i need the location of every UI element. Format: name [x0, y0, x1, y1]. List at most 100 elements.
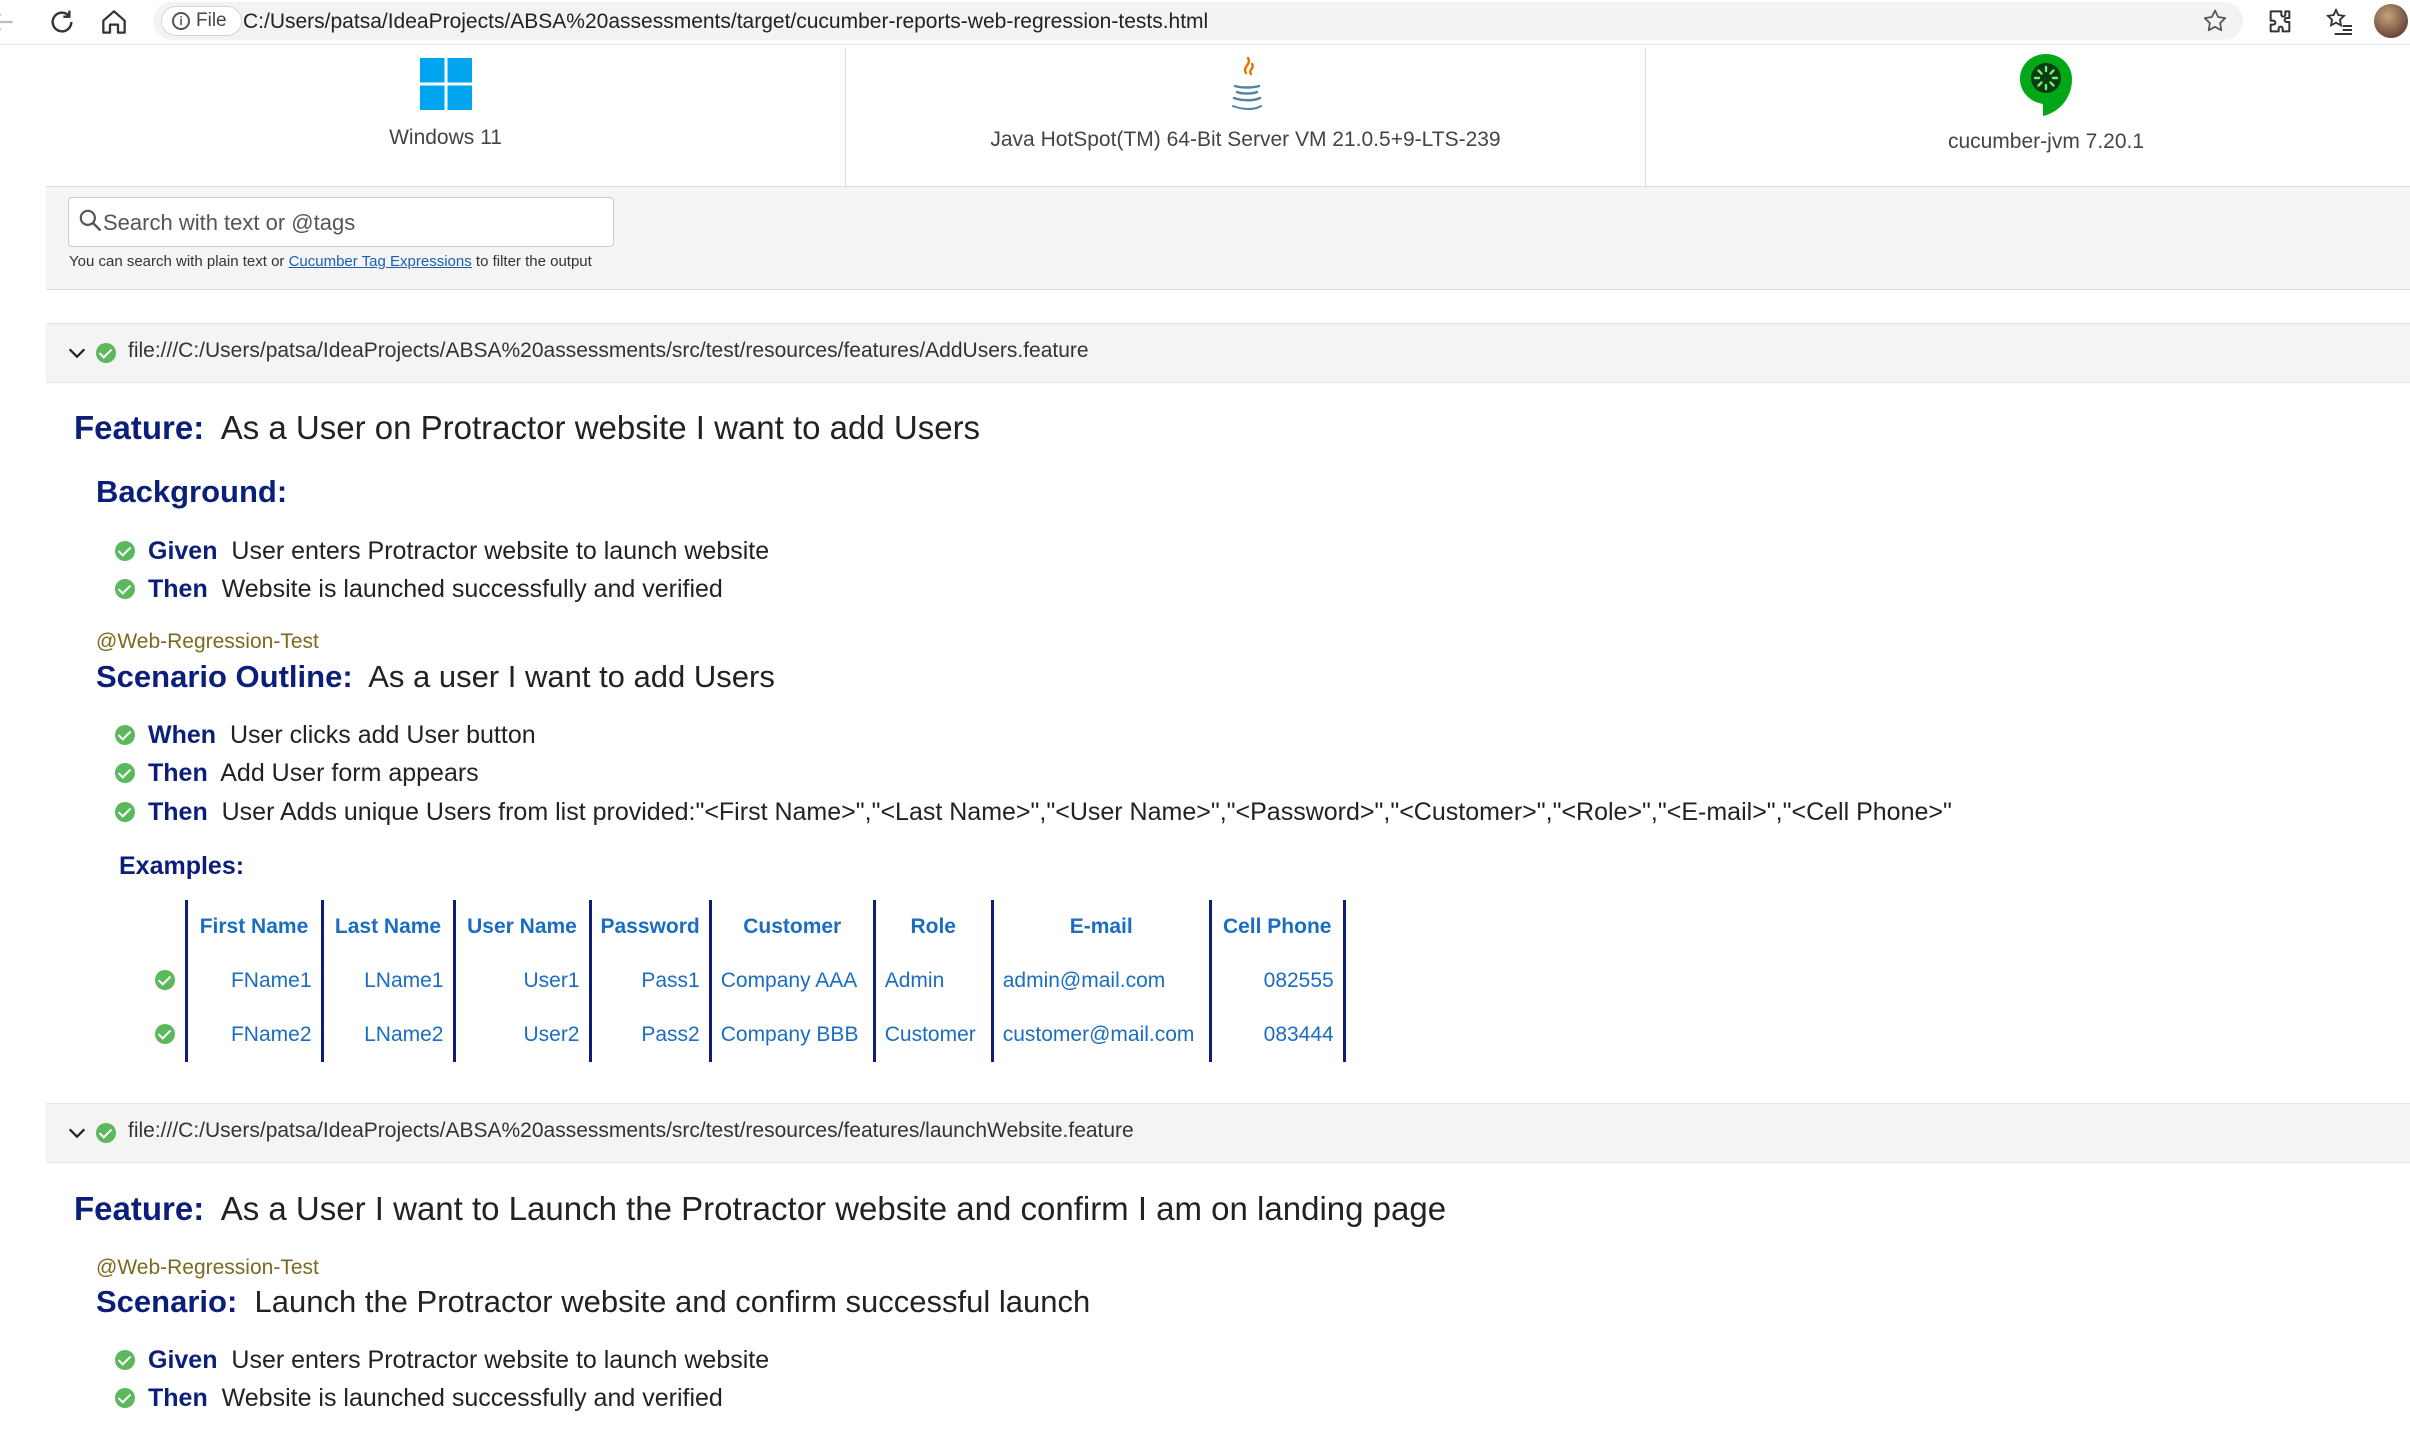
feature-file-path: file:///C:/Users/patsa/IdeaProjects/ABSA…: [128, 339, 1089, 362]
scenario-name: Launch the Protractor website and confir…: [254, 1284, 1091, 1319]
table-cell: Pass1: [590, 954, 712, 1008]
search-hint-suffix: to filter the output: [475, 253, 592, 270]
column-header: User Name: [454, 900, 592, 954]
scenario-keyword: Scenario Outline:: [96, 659, 353, 694]
url-text[interactable]: C:/Users/patsa/IdeaProjects/ABSA%20asses…: [243, 10, 1208, 34]
column-header: Customer: [710, 900, 876, 954]
reload-icon[interactable]: [46, 6, 78, 38]
search-icon: [77, 207, 103, 233]
check-circle-icon: [115, 763, 135, 783]
search-hint-prefix: You can search with plain text or: [69, 253, 285, 270]
feature-file-path: file:///C:/Users/patsa/IdeaProjects/ABSA…: [128, 1119, 1134, 1142]
feature-name: As a User on Protractor website I want t…: [220, 409, 981, 446]
scenario-name: As a user I want to add Users: [368, 659, 775, 694]
table-cell: Company BBB: [710, 1008, 876, 1062]
examples-table: First Name Last Name User Name Password …: [150, 900, 1346, 1062]
step-text: User enters Protractor website to launch…: [231, 1346, 770, 1374]
feature-keyword: Feature:: [74, 1190, 205, 1227]
table-cell: admin@mail.com: [992, 954, 1212, 1008]
feature-name: As a User I want to Launch the Protracto…: [220, 1190, 1447, 1227]
table-cell: LName2: [322, 1008, 456, 1062]
step-keyword: Given: [148, 537, 218, 565]
windows-logo-icon: [420, 58, 472, 110]
table-cell: customer@mail.com: [992, 1008, 1212, 1062]
tag-expressions-link[interactable]: Cucumber Tag Expressions: [289, 253, 472, 270]
step-text: Add User form appears: [220, 759, 479, 787]
scenario-keyword: Scenario:: [96, 1284, 238, 1319]
step-text: User enters Protractor website to launch…: [231, 537, 770, 565]
check-circle-icon: [96, 1123, 116, 1143]
column-header: Password: [590, 900, 712, 954]
os-label: Windows 11: [389, 126, 502, 149]
step-keyword: Given: [148, 1346, 218, 1374]
profile-avatar[interactable]: [2374, 4, 2408, 38]
env-runtime: Java HotSpot(TM) 64-Bit Server VM 21.0.5…: [846, 48, 1646, 186]
search-area: You can search with plain text or Cucumb…: [46, 187, 2410, 290]
check-circle-icon: [96, 343, 116, 363]
file-chip-label: File: [196, 10, 227, 31]
check-circle-icon: [115, 802, 135, 822]
favorite-star-icon[interactable]: [2201, 7, 2229, 35]
home-icon[interactable]: [98, 6, 130, 38]
table-cell: FName2: [184, 1008, 324, 1062]
column-header: Role: [874, 900, 994, 954]
feature-title: Feature: As a User I want to Launch the …: [74, 1190, 1446, 1228]
step-keyword: Then: [148, 1384, 208, 1412]
table-row: FName1 LName1 User1 Pass1 Company AAA Ad…: [150, 954, 1346, 1008]
scenario-title: Scenario: Launch the Protractor website …: [96, 1284, 1090, 1320]
table-cell: Admin: [874, 954, 994, 1008]
feature-file-header[interactable]: file:///C:/Users/patsa/IdeaProjects/ABSA…: [46, 323, 2410, 383]
step-text: Website is launched successfully and ver…: [221, 575, 723, 603]
info-icon: i: [172, 12, 190, 30]
table-header-row: First Name Last Name User Name Password …: [150, 900, 1346, 954]
table-cell: User2: [454, 1008, 592, 1062]
cucumber-logo-icon: [2020, 54, 2072, 116]
env-os: Windows 11: [46, 48, 846, 186]
step-text: User clicks add User button: [229, 721, 536, 749]
column-header: E-mail: [992, 900, 1212, 954]
search-input[interactable]: [101, 206, 605, 240]
column-header: Last Name: [322, 900, 456, 954]
scenario-tag[interactable]: @Web-Regression-Test: [96, 630, 319, 654]
table-cell: Company AAA: [710, 954, 876, 1008]
step-keyword: Then: [148, 759, 208, 787]
step-keyword: Then: [148, 575, 208, 603]
environment-bar: Windows 11 Java HotSpot(TM) 64-Bit Serve…: [46, 48, 2410, 187]
chevron-down-icon[interactable]: [66, 1122, 88, 1144]
chevron-down-icon[interactable]: [66, 342, 88, 364]
table-cell: LName1: [322, 954, 456, 1008]
favorites-list-icon[interactable]: [2324, 6, 2356, 38]
table-cell: User1: [454, 954, 592, 1008]
scenario-tag[interactable]: @Web-Regression-Test: [96, 1256, 319, 1280]
check-circle-icon: [115, 725, 135, 745]
check-circle-icon: [115, 1388, 135, 1408]
java-logo-icon: [1232, 56, 1262, 110]
table-cell: 083444: [1210, 1008, 1346, 1062]
column-header: First Name: [184, 900, 324, 954]
site-info-button[interactable]: i File: [161, 6, 242, 36]
check-circle-icon: [155, 970, 175, 990]
background-heading: Background:: [96, 474, 288, 509]
examples-heading: Examples:: [119, 852, 245, 880]
check-circle-icon: [155, 1024, 175, 1044]
extensions-icon[interactable]: [2264, 6, 2296, 38]
step-keyword: When: [148, 721, 217, 749]
check-circle-icon: [115, 579, 135, 599]
step-text: Website is launched successfully and ver…: [221, 1384, 723, 1412]
address-bar[interactable]: i File C:/Users/patsa/IdeaProjects/ABSA%…: [153, 2, 2243, 40]
table-cell: Pass2: [590, 1008, 712, 1062]
table-cell: Customer: [874, 1008, 994, 1062]
scenario-title: Scenario Outline: As a user I want to ad…: [96, 659, 775, 695]
table-row: FName2 LName2 User2 Pass2 Company BBB Cu…: [150, 1008, 1346, 1062]
back-arrow-icon[interactable]: [0, 6, 18, 38]
step-text: User Adds unique Users from list provide…: [221, 798, 1952, 826]
search-box[interactable]: [68, 197, 614, 247]
step-keyword: Then: [148, 798, 208, 826]
feature-file-header[interactable]: file:///C:/Users/patsa/IdeaProjects/ABSA…: [46, 1103, 2410, 1163]
env-implementation: cucumber-jvm 7.20.1: [1646, 48, 2410, 186]
column-header: Cell Phone: [1210, 900, 1346, 954]
feature-title: Feature: As a User on Protractor website…: [74, 409, 980, 447]
table-cell: 082555: [1210, 954, 1346, 1008]
table-cell: FName1: [184, 954, 324, 1008]
check-circle-icon: [115, 1350, 135, 1370]
